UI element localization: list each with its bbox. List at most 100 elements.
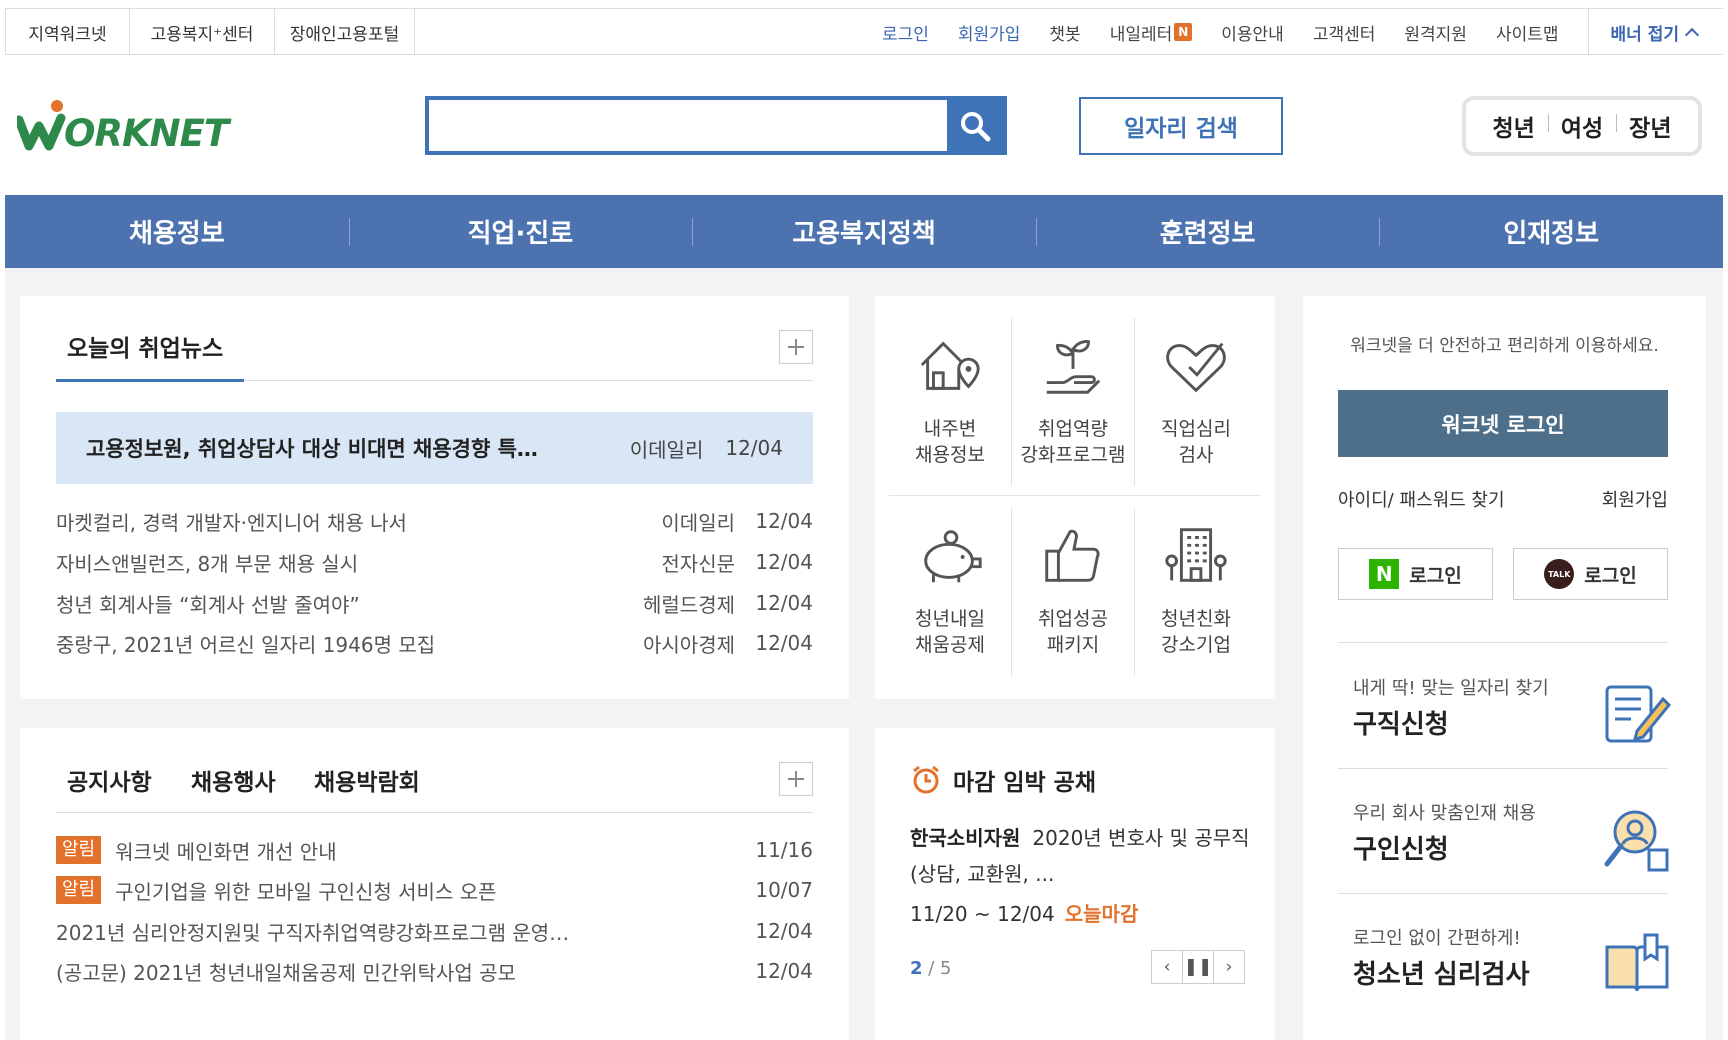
service-aptitude-test[interactable]: 직업심리 검사 [1135,318,1257,468]
chatbot-link[interactable]: 챗봇 [1049,20,1080,45]
gnb-job-info[interactable]: 채용정보 [5,195,349,268]
pause-button[interactable]: ❚❚ [1182,950,1214,984]
worknet-login-button[interactable]: 워크넷 로그인 [1338,390,1668,457]
news-item-title: 자비스앤빌런즈, 8개 부문 채용 실시 [56,551,359,576]
news-item[interactable]: 마켓컬리, 경력 개발자·엔지니어 채용 나서 이데일리 12/04 [56,506,813,536]
piggy-bank-icon [924,530,982,583]
remote-support-link[interactable]: 원격지원 [1404,20,1467,45]
service-youth-friendly-companies[interactable]: 청년친화 강소기업 [1135,508,1257,658]
customer-center-link[interactable]: 고객센터 [1313,20,1376,45]
naver-login-label: 로그인 [1409,564,1462,587]
naver-login-button[interactable]: N 로그인 [1338,548,1493,600]
util-link-disabled-portal[interactable]: 장애인고용포털 [275,9,415,55]
news-item[interactable]: 청년 회계사들 “회계사 선발 줄여야” 헤럴드경제 12/04 [56,588,813,618]
logo-text: ORKNET [64,112,229,155]
tab-recruit-events[interactable]: 채용행사 [191,763,276,797]
next-button[interactable]: › [1213,950,1245,984]
deadline-period: 11/20 ~ 12/04 오늘마감 [910,898,1138,927]
audience-youth[interactable]: 청년 [1480,109,1548,143]
service-label: 취업역량 강화프로그램 [1020,418,1126,466]
gnb-career[interactable]: 직업·진로 [348,195,693,268]
quick-recruit-application[interactable]: 우리 회사 맞춤인재 채용 구인신청 [1353,799,1673,889]
search-form [425,96,1007,155]
signup-link[interactable]: 회원가입 [958,20,1021,45]
service-employment-program[interactable]: 취업역량 강화프로그램 [1012,318,1134,468]
service-success-package[interactable]: 취업성공 패키지 [1012,508,1134,658]
search-icon [961,111,991,141]
audience-selector: 청년 여성 장년 [1462,96,1702,156]
news-item[interactable]: 자비스앤빌런즈, 8개 부문 채용 실시 전자신문 12/04 [56,547,813,577]
service-youth-savings[interactable]: 청년내일 채움공제 [889,508,1011,658]
news-item-source: 전자신문 [661,551,735,576]
newsletter-link[interactable]: 내일레터 N [1110,20,1193,45]
banner-toggle-button[interactable]: 배너 접기 [1587,9,1723,55]
divider [1338,893,1668,894]
news-title[interactable]: 오늘의 취업뉴스 [67,329,223,363]
join-link[interactable]: 회원가입 [1602,486,1668,512]
news-headline[interactable]: 고용정보원, 취업상담사 대상 비대면 채용경향 특… 이데일리 12/04 [56,412,813,484]
notice-title: 2021년 심리안정지원및 구직자취업역량강화프로그램 운영… [56,920,570,945]
deadline-dates: 11/20 ~ 12/04 [910,902,1055,926]
kakao-login-button[interactable]: TALK 로그인 [1513,548,1668,600]
deadline-job[interactable]: 한국소비자원 2020년 변호사 및 공무직(상담, 교환원, ... [910,820,1250,892]
pager-total: / 5 [928,958,952,979]
headline-date: 12/04 [725,436,783,460]
utility-bar: 지역워크넷 고용복지⁺센터 장애인고용포털 로그인 회원가입 챗봇 내일레터 N… [5,8,1723,55]
chevron-up-icon [1684,27,1700,43]
news-item[interactable]: 중랑구, 2021년 어르신 일자리 1946명 모집 아시아경제 12/04 [56,628,813,658]
notice-item[interactable]: 알림 워크넷 메인화면 개선 안내 11/16 [56,835,813,865]
heart-check-icon [1166,342,1226,393]
gnb-welfare-policy[interactable]: 고용복지정책 [692,195,1036,268]
building-icon [1165,528,1227,582]
thumbs-up-icon [1045,529,1100,582]
login-link[interactable]: 로그인 [882,20,929,45]
today-deadline-badge: 오늘마감 [1064,902,1139,926]
news-item-date: 12/04 [755,550,813,574]
gnb-talent[interactable]: 인재정보 [1379,195,1723,268]
service-label: 청년내일 채움공제 [915,608,985,656]
util-link-local-worknet[interactable]: 지역워크넷 [5,9,130,55]
quick-youth-aptitude-test[interactable]: 로그인 없이 간편하게! 청소년 심리검사 [1353,924,1673,1014]
service-nearby-jobs[interactable]: 내주변 채용정보 [889,318,1011,468]
main-navigation: 채용정보 직업·진로 고용복지정책 훈련정보 인재정보 [5,195,1723,268]
audience-women[interactable]: 여성 [1547,109,1616,143]
main-content: 오늘의 취업뉴스 고용정보원, 취업상담사 대상 비대면 채용경향 특… 이데일… [5,268,1723,1040]
util-link-welfare-center[interactable]: 고용복지⁺센터 [130,9,275,55]
service-label: 청년친화 강소기업 [1161,608,1231,656]
notice-date: 11/16 [755,838,813,862]
notice-tag: 알림 [56,836,102,864]
worknet-logo[interactable]: ORKNET [17,98,242,158]
notice-item[interactable]: 2021년 심리안정지원및 구직자취업역량강화프로그램 운영… 12/04 [56,916,813,946]
job-search-button[interactable]: 일자리 검색 [1079,97,1283,155]
divider [1338,768,1668,769]
guide-link[interactable]: 이용안내 [1221,20,1284,45]
headline-title: 고용정보원, 취업상담사 대상 비대면 채용경향 특… [86,437,538,461]
find-id-password-link[interactable]: 아이디/ 패스워드 찾기 [1338,486,1505,512]
util-menu: 로그인 회원가입 챗봇 내일레터 N 이용안내 고객센터 원격지원 사이트맵 배… [882,9,1723,55]
search-input[interactable] [429,100,907,151]
audience-senior[interactable]: 장년 [1616,109,1684,143]
alarm-clock-icon [913,765,939,794]
news-item-title: 청년 회계사들 “회계사 선발 줄여야” [56,592,360,617]
news-more-button[interactable] [779,330,813,364]
tab-job-fairs[interactable]: 채용박람회 [314,763,420,797]
divider [56,812,813,813]
notice-more-button[interactable] [779,762,813,796]
prev-button[interactable]: ‹ [1151,950,1183,984]
search-button[interactable] [947,100,1003,151]
quick-job-application[interactable]: 내게 딱! 맞는 일자리 찾기 구직신청 [1353,674,1673,764]
quick-subtitle: 내게 딱! 맞는 일자리 찾기 [1353,678,1549,699]
notice-item[interactable]: 알림 구인기업을 위한 모바일 구인신청 서비스 오픈 10/07 [56,875,813,905]
tab-notices[interactable]: 공지사항 [67,763,152,797]
login-panel: 워크넷을 더 안전하고 편리하게 이용하세요. 워크넷 로그인 아이디/ 패스워… [1303,296,1706,1040]
news-item-source: 이데일리 [661,510,735,535]
quick-title: 청소년 심리검사 [1353,960,1530,990]
gnb-training[interactable]: 훈련정보 [1035,195,1380,268]
news-item-date: 12/04 [755,591,813,615]
newsletter-label: 내일레터 [1109,24,1173,45]
sitemap-link[interactable]: 사이트맵 [1496,20,1559,45]
chevron-right-icon: › [1225,957,1233,977]
notice-item[interactable]: (공고문) 2021년 청년내일채움공제 민간위탁사업 공모 12/04 [56,956,813,986]
person-magnifier-icon [1604,810,1669,872]
quick-title: 구인신청 [1353,835,1449,865]
